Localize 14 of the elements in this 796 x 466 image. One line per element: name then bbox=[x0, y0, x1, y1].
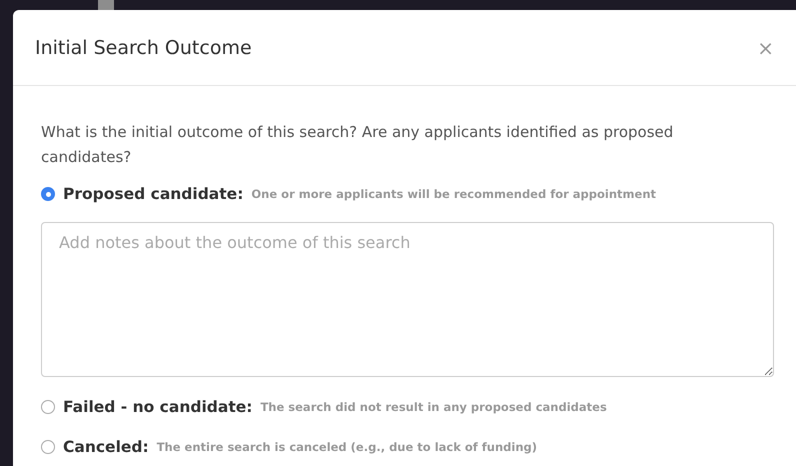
option-label: Canceled: bbox=[63, 438, 149, 456]
scrollbar-thumb bbox=[98, 0, 114, 10]
notes-field[interactable]: Add notes about the outcome of this search bbox=[41, 222, 774, 377]
radio-button[interactable] bbox=[41, 440, 55, 454]
question-text: What is the initial outcome of this search? Are any applicants identified as proposed candidates? bbox=[41, 122, 674, 168]
close-button[interactable]: × bbox=[757, 36, 774, 60]
radio-button[interactable] bbox=[41, 187, 55, 201]
option-description: One or more applicants will be recommended for appointment bbox=[251, 187, 656, 201]
option-description: The entire search is canceled (e.g., due to lack of funding) bbox=[156, 440, 537, 454]
option-label: Failed - no candidate: bbox=[63, 398, 252, 416]
option-description: The search did not result in any proposed candidates bbox=[260, 400, 607, 414]
option-label: Proposed candidate: bbox=[63, 185, 244, 203]
dialog-title: Initial Search Outcome bbox=[35, 36, 252, 58]
radio-button[interactable] bbox=[41, 400, 55, 414]
